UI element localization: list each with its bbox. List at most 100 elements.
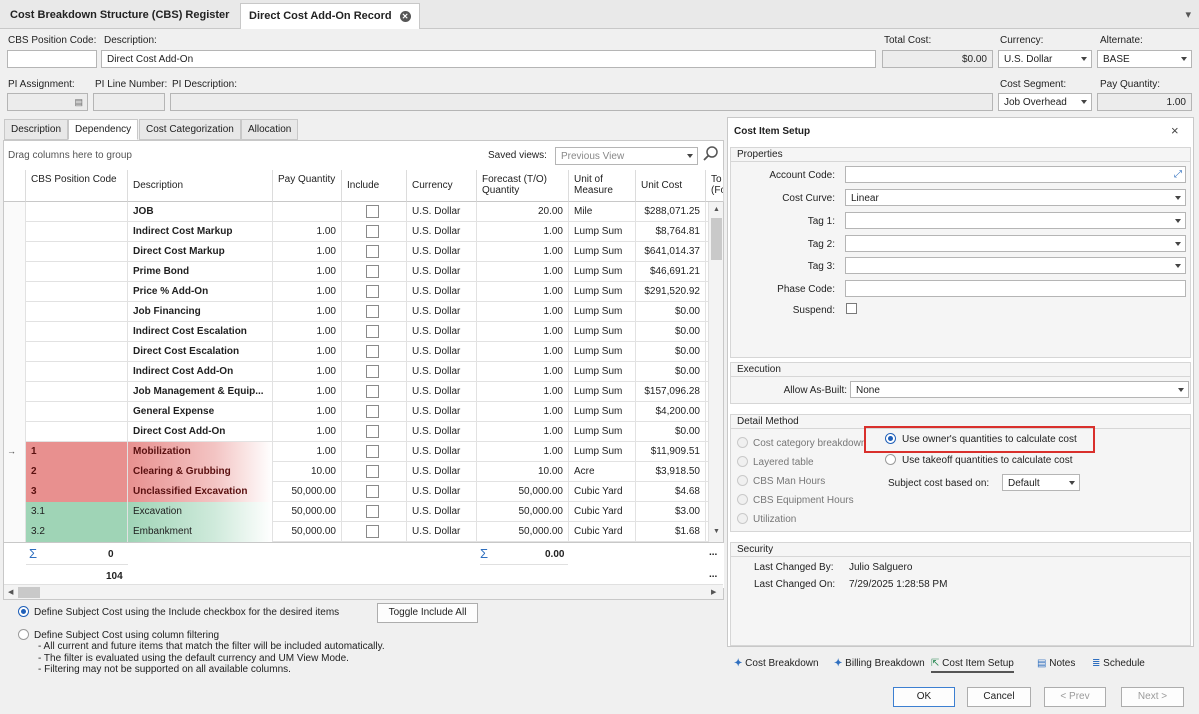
table-row[interactable]: 3.1 Excavation 50,000.00 U.S. Dollar 50,000.… [4,502,708,522]
tag3-dropdown[interactable] [845,257,1186,274]
subject-cost-based-dropdown[interactable]: Default [1002,474,1080,491]
table-row[interactable]: Direct Cost Add-On 1.00 U.S. Dollar 1.00 Lum… [4,422,708,442]
table-row[interactable]: Prime Bond 1.00 U.S. Dollar 1.00 Lump Sum $46… [4,262,708,282]
column-header-pay-quantity[interactable]: Pay Quantity [273,170,342,202]
method-layered-table-radio[interactable] [737,456,748,467]
table-row[interactable]: Job Management & Equip... 1.00 U.S. Dollar… [4,382,708,402]
saved-views-dropdown[interactable]: Previous View [555,147,698,165]
cancel-button[interactable]: Cancel [967,687,1031,707]
include-checkbox[interactable] [366,265,379,278]
include-checkbox[interactable] [366,485,379,498]
tab-allocation[interactable]: Allocation [241,119,299,140]
tab-schedule[interactable]: ≣ Schedule [1092,657,1145,673]
pay-quantity-field[interactable]: 1.00 [1097,93,1192,111]
cbs-position-code-field[interactable] [7,50,97,68]
column-header-total[interactable]: To (Fo [706,170,724,202]
pi-assignment-field[interactable]: ▤ [7,93,88,111]
cost-segment-dropdown[interactable]: Job Overhead [998,93,1092,111]
summary-more[interactable]: ... [709,569,717,580]
group-by-area[interactable]: Drag columns here to group [8,150,132,161]
currency-dropdown[interactable]: U.S. Dollar [998,50,1092,68]
horizontal-scrollbar[interactable]: ◀ ▶ [4,584,723,599]
method-cost-category-radio[interactable] [737,437,748,448]
method-utilization-radio[interactable] [737,513,748,524]
include-checkbox[interactable] [366,225,379,238]
table-row[interactable]: 3.2 Embankment 50,000.00 U.S. Dollar 50,000.… [4,522,708,542]
tab-billing-breakdown[interactable]: ✦ Billing Breakdown [834,657,925,673]
column-header-currency[interactable]: Currency [407,170,477,202]
tab-dependency[interactable]: Dependency [68,119,139,140]
allow-as-built-dropdown[interactable]: None [850,381,1189,398]
cost-curve-dropdown[interactable]: Linear [845,189,1186,206]
vertical-scrollbar[interactable]: ▲ ▼ [708,202,723,542]
column-header-unit-of-measure[interactable]: Unit of Measure [569,170,636,202]
tab-cost-breakdown[interactable]: ✦ Cost Breakdown [734,657,819,673]
next-button[interactable]: Next > [1121,687,1184,707]
prev-button[interactable]: < Prev [1044,687,1106,707]
include-checkbox[interactable] [366,425,379,438]
include-checkbox[interactable] [366,325,379,338]
scroll-left-icon[interactable]: ◀ [8,588,13,596]
search-icon[interactable] [702,145,720,163]
table-row[interactable]: Indirect Cost Escalation 1.00 U.S. Dollar 1… [4,322,708,342]
column-filtering-radio[interactable] [18,629,29,640]
pi-line-number-field[interactable] [93,93,165,111]
table-row[interactable]: Job Financing 1.00 U.S. Dollar 1.00 Lump Sum… [4,302,708,322]
include-checkbox[interactable] [366,365,379,378]
scrollbar-thumb[interactable] [711,218,722,260]
alternate-dropdown[interactable]: BASE [1097,50,1192,68]
tab-cost-item-setup[interactable]: ⇱ Cost Item Setup [931,657,1014,673]
include-checkbox[interactable] [366,405,379,418]
include-checkbox[interactable] [366,385,379,398]
use-takeoff-quantities-radio[interactable] [885,454,896,465]
table-row[interactable]: 3 Unclassified Excavation 50,000.00 U.S. Do… [4,482,708,502]
table-row[interactable]: Price % Add-On 1.00 U.S. Dollar 1.00 Lump Su… [4,282,708,302]
column-header-include[interactable]: Include [342,170,407,202]
account-code-field[interactable]: ⤢ [845,166,1186,183]
summary-more[interactable]: ... [709,547,717,558]
table-row[interactable]: JOB U.S. Dollar 20.00 Mile $288,071.25 [4,202,708,222]
scroll-right-icon[interactable]: ▶ [711,588,716,596]
method-cbs-man-hours-radio[interactable] [737,475,748,486]
include-checkbox[interactable] [366,245,379,258]
tag1-dropdown[interactable] [845,212,1186,229]
tab-cost-categorization[interactable]: Cost Categorization [139,119,241,140]
scrollbar-thumb[interactable] [18,587,40,598]
close-icon[interactable]: × [1171,123,1179,138]
include-checkbox-radio[interactable] [18,606,29,617]
table-row[interactable]: General Expense 1.00 U.S. Dollar 1.00 Lump S… [4,402,708,422]
tag2-dropdown[interactable] [845,235,1186,252]
include-checkbox[interactable] [366,445,379,458]
table-row[interactable]: Indirect Cost Add-On 1.00 U.S. Dollar 1.00 L… [4,362,708,382]
include-checkbox[interactable] [366,505,379,518]
phase-code-field[interactable] [845,280,1186,297]
use-owner-quantities-radio[interactable] [885,433,896,444]
tab-cbs-register[interactable]: Cost Breakdown Structure (CBS) Register [2,3,237,29]
column-header-forecast-quantity[interactable]: Forecast (T/O) Quantity [477,170,569,202]
scroll-up-icon[interactable]: ▲ [713,206,720,213]
column-header-cbs-position-code[interactable]: CBS Position Code [26,170,128,202]
description-field[interactable]: Direct Cost Add-On [101,50,876,68]
tab-description[interactable]: Description [4,119,69,140]
tab-direct-cost-add-on-record[interactable]: Direct Cost Add-On Record ✕ [240,3,420,29]
scroll-down-icon[interactable]: ▼ [713,528,720,535]
chevron-down-icon[interactable]: ▾ [1185,8,1191,21]
table-row[interactable]: Direct Cost Escalation 1.00 U.S. Dollar 1.0… [4,342,708,362]
tab-notes[interactable]: ▤ Notes [1037,657,1075,673]
table-row[interactable]: Direct Cost Markup 1.00 U.S. Dollar 1.00 Lum… [4,242,708,262]
include-checkbox[interactable] [366,205,379,218]
include-checkbox[interactable] [366,305,379,318]
document-icon[interactable]: ▤ [74,96,83,109]
column-header-description[interactable]: Description [128,170,273,202]
include-checkbox[interactable] [366,345,379,358]
suspend-checkbox[interactable] [846,303,857,314]
method-cbs-equipment-hours-radio[interactable] [737,494,748,505]
pi-description-field[interactable] [170,93,993,111]
include-checkbox[interactable] [366,525,379,538]
close-icon[interactable]: ✕ [399,10,411,22]
column-header-unit-cost[interactable]: Unit Cost [636,170,706,202]
include-checkbox[interactable] [366,465,379,478]
toggle-include-all-button[interactable]: Toggle Include All [377,603,478,623]
table-row[interactable]: Indirect Cost Markup 1.00 U.S. Dollar 1.00 L… [4,222,708,242]
include-checkbox[interactable] [366,285,379,298]
